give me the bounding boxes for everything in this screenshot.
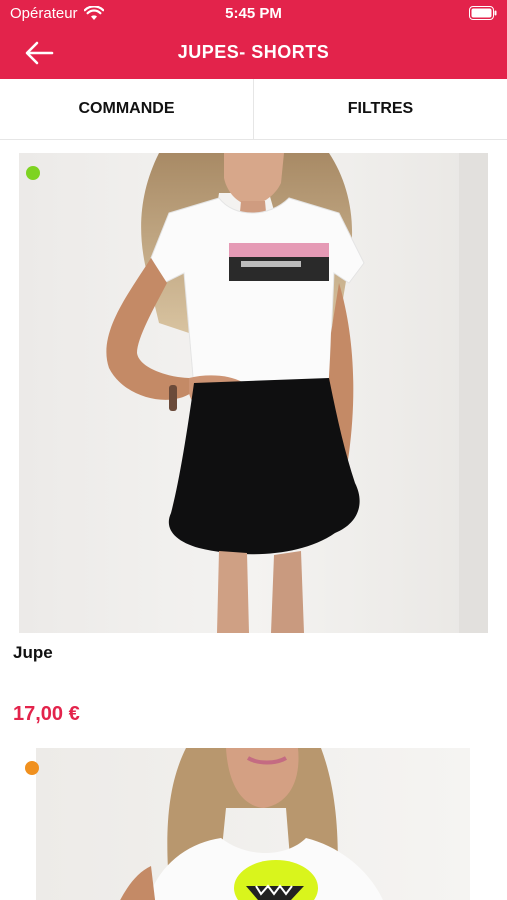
product-card[interactable]	[0, 748, 507, 900]
action-tabs: COMMANDE FILTRES	[0, 79, 507, 140]
tab-filtres[interactable]: FILTRES	[253, 79, 507, 139]
product-image[interactable]	[36, 748, 470, 900]
product-photo	[19, 153, 488, 633]
product-photo	[36, 748, 470, 900]
page-title: JUPES- SHORTS	[177, 42, 330, 62]
tab-filtres-label: FILTRES	[347, 100, 414, 117]
app-header: Opérateur 5:45 PM JUPES- SHORTS	[0, 0, 507, 79]
tab-commande[interactable]: COMMANDE	[0, 79, 253, 139]
nav-bar: JUPES- SHORTS	[0, 30, 507, 76]
product-image[interactable]	[19, 153, 488, 633]
availability-dot	[25, 761, 39, 775]
tab-commande-label: COMMANDE	[78, 100, 175, 117]
product-price: 17,00 €	[13, 703, 80, 725]
status-time: 5:45 PM	[225, 5, 282, 22]
product-card[interactable]: Jupe 17,00 €	[0, 150, 507, 740]
status-bar: Opérateur 5:45 PM	[0, 0, 507, 28]
battery-icon	[469, 6, 497, 20]
availability-dot	[26, 166, 40, 180]
product-name[interactable]: Jupe	[13, 643, 53, 663]
